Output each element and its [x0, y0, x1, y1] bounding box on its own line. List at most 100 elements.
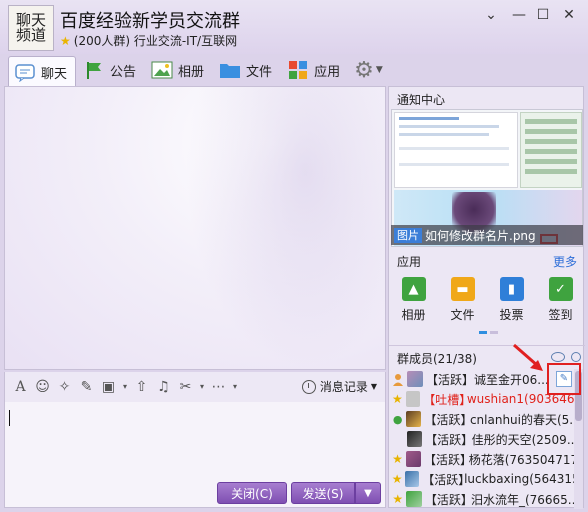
- tab-apps-label: 应用: [314, 64, 341, 80]
- app-checkin-label: 签到: [548, 308, 573, 322]
- app-files[interactable]: ▬ 文件: [438, 277, 487, 327]
- folder-icon: ▬: [450, 277, 475, 301]
- minimize-button[interactable]: —: [508, 6, 530, 24]
- star-icon: ★: [392, 452, 403, 466]
- star-icon: ★: [391, 472, 403, 486]
- tab-notice-label: 公告: [110, 64, 137, 80]
- chat-message-area[interactable]: [4, 86, 386, 370]
- scissors-icon[interactable]: ✂: [176, 377, 195, 397]
- thumbnail-row: [525, 149, 577, 154]
- avatar: [405, 391, 421, 407]
- chevron-down-icon[interactable]: ▾: [231, 377, 239, 397]
- group-avatar[interactable]: 聊天频道: [8, 5, 54, 51]
- send-button[interactable]: 发送(S): [291, 482, 355, 504]
- thumbnail-line: [399, 163, 509, 166]
- avatar: [406, 451, 421, 467]
- edit-note-icon[interactable]: ✎: [77, 377, 96, 397]
- chevron-down-icon: ▼: [370, 382, 377, 391]
- maximize-button[interactable]: ☐: [532, 6, 554, 24]
- qq-status-icon: ●: [392, 412, 403, 426]
- chat-bubble-icon[interactable]: [551, 352, 565, 362]
- thumbnail-row: [525, 169, 577, 174]
- star-icon: ★: [392, 492, 404, 506]
- group-name[interactable]: 百度经验新学员交流群: [60, 7, 240, 33]
- text-cursor: [9, 410, 10, 426]
- members-title: 群成员(21/38): [397, 352, 477, 366]
- tab-apps[interactable]: 应用: [282, 56, 348, 84]
- message-input[interactable]: 关闭(C) 发送(S) ▼: [4, 402, 386, 508]
- chat-bubble-icon: [13, 62, 37, 84]
- chat-options-icon[interactable]: ⋯: [209, 377, 228, 397]
- chevron-down-icon[interactable]: ▾: [121, 377, 129, 397]
- avatar: [406, 491, 422, 507]
- right-panel: 通知中心 图片 如何修改群名片.png 应用 更多 ▲ 相册 ▬ 文件 ▮ 投票…: [388, 86, 585, 509]
- avatar: [406, 411, 422, 427]
- chevron-down-icon[interactable]: ▼: [376, 65, 383, 75]
- gear-icon[interactable]: ⚙: [354, 58, 374, 83]
- chevron-down-icon[interactable]: ▾: [198, 377, 206, 397]
- notice-thumbnail-window: [394, 112, 518, 188]
- member-name: 汨水流年_(76665...: [470, 492, 575, 507]
- notice-center-title: 通知中心: [397, 93, 446, 107]
- list-item[interactable]: 【活跃】 佳彤的天空(2509...: [389, 429, 575, 449]
- app-checkin[interactable]: ✓ 签到: [536, 277, 585, 327]
- member-name: 诚至金开06...: [474, 372, 549, 387]
- tab-notice[interactable]: 公告: [78, 56, 144, 84]
- apps-pager[interactable]: [479, 331, 501, 334]
- send-options-button[interactable]: ▼: [355, 482, 381, 504]
- member-name: cnlanhui的春天(5...: [469, 412, 575, 427]
- thumbnail-row: [525, 159, 577, 164]
- notice-caption-text: 如何修改群名片.png: [425, 228, 536, 243]
- member-tag: 【活跃】: [423, 452, 469, 467]
- thumbnail-line: [399, 133, 489, 136]
- edit-card-icon[interactable]: ✎: [556, 371, 572, 387]
- search-icon[interactable]: [571, 352, 581, 362]
- tab-album[interactable]: 相册: [146, 56, 212, 84]
- message-history-button[interactable]: 消息记录 ▼: [301, 378, 377, 395]
- member-name: luckbaxing(564315...: [464, 472, 575, 486]
- pager-dot[interactable]: [490, 331, 498, 334]
- apps-row: ▲ 相册 ▬ 文件 ▮ 投票 ✓ 签到: [389, 277, 585, 327]
- group-avatar-text: 聊天频道: [15, 11, 46, 44]
- member-name: 佳彤的天空(2509...: [471, 432, 575, 447]
- more-apps-link[interactable]: 更多: [553, 253, 577, 270]
- thumbnail-row: [525, 129, 577, 134]
- list-item[interactable]: ★ 【活跃】 汨水流年_(76665...: [389, 489, 575, 509]
- app-album[interactable]: ▲ 相册: [389, 277, 438, 327]
- notice-caption[interactable]: 图片 如何修改群名片.png: [391, 225, 583, 245]
- thumbnail-line: [399, 147, 509, 150]
- apps-grid-icon: [286, 59, 310, 81]
- list-item[interactable]: ★ 【活跃】 luckbaxing(564315...: [389, 469, 575, 489]
- apps-title: 应用: [397, 255, 422, 269]
- close-button[interactable]: 关闭(C): [217, 482, 287, 504]
- thumbnail-line: [399, 125, 499, 128]
- avatar: [407, 371, 423, 387]
- app-vote[interactable]: ▮ 投票: [487, 277, 536, 327]
- tab-files[interactable]: 文件: [214, 56, 280, 84]
- tab-album-label: 相册: [178, 64, 205, 80]
- font-icon[interactable]: A: [11, 377, 30, 397]
- member-name: 杨花落(763504717): [468, 452, 575, 467]
- list-item[interactable]: ★ 【活跃】 杨花落(763504717): [389, 449, 575, 469]
- tab-chat[interactable]: 聊天: [8, 56, 77, 88]
- close-window-button[interactable]: ✕: [558, 6, 580, 24]
- upload-icon[interactable]: ⇧: [132, 377, 151, 397]
- image-icon[interactable]: ▣: [99, 377, 118, 397]
- emoji-icon[interactable]: ☺: [33, 377, 52, 397]
- tab-files-label: 文件: [246, 64, 273, 80]
- magic-wand-icon[interactable]: ✧: [55, 377, 74, 397]
- chevron-down-icon[interactable]: ⌄: [480, 6, 502, 24]
- member-tag: 【活跃】: [424, 492, 471, 507]
- member-tag: 【吐槽】: [423, 392, 467, 407]
- music-icon[interactable]: ♫: [154, 377, 173, 397]
- avatar: [406, 431, 423, 447]
- edit-card-highlight: ✎: [547, 363, 581, 395]
- star-icon: ★: [391, 392, 403, 406]
- member-tag: 【活跃】: [426, 372, 475, 387]
- list-item[interactable]: ● 【活跃】 cnlanhui的春天(5...: [389, 409, 575, 429]
- pager-dot[interactable]: [479, 331, 487, 334]
- photo-icon: [150, 59, 174, 81]
- member-tag: 【活跃】: [424, 412, 470, 427]
- app-album-label: 相册: [401, 308, 426, 322]
- thumbnail-line: [399, 117, 459, 120]
